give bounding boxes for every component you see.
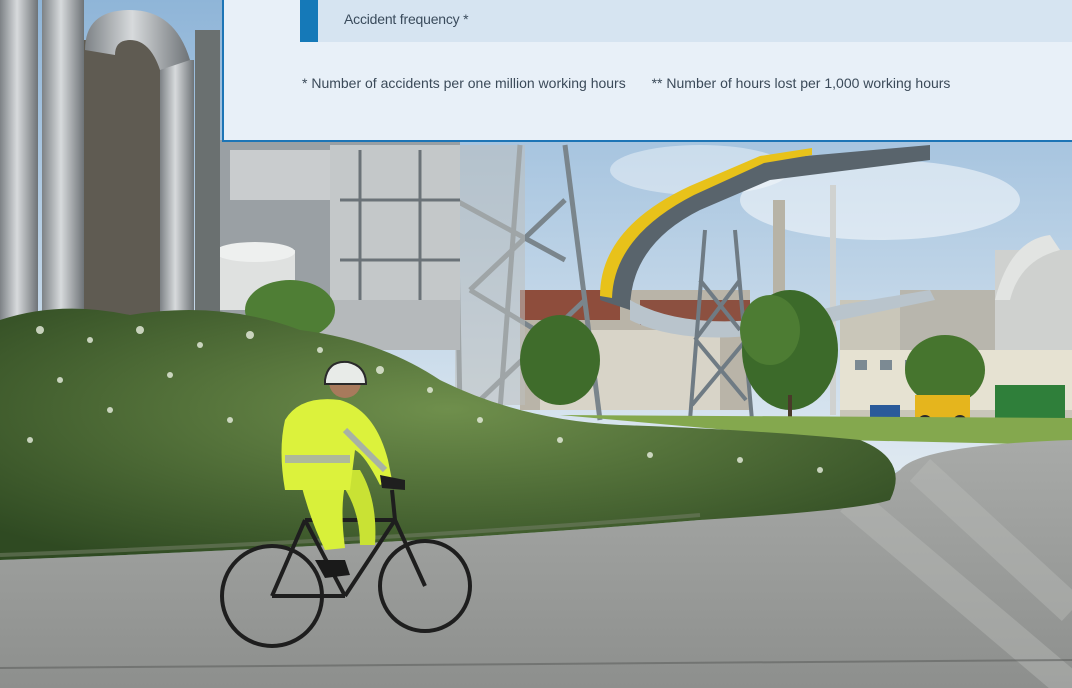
- footnote-accidents: * Number of accidents per one million wo…: [302, 75, 626, 91]
- footnote-hours-lost: ** Number of hours lost per 1,000 workin…: [651, 75, 951, 91]
- footnotes: * Number of accidents per one million wo…: [302, 75, 972, 91]
- legend-swatch-accident-frequency: [300, 0, 318, 42]
- legend-row: Accident frequency *: [300, 0, 1072, 42]
- pipe: [0, 0, 38, 330]
- legend-label: Accident frequency *: [344, 11, 469, 27]
- chart-legend-panel: Accident frequency * * Number of acciden…: [222, 0, 1072, 142]
